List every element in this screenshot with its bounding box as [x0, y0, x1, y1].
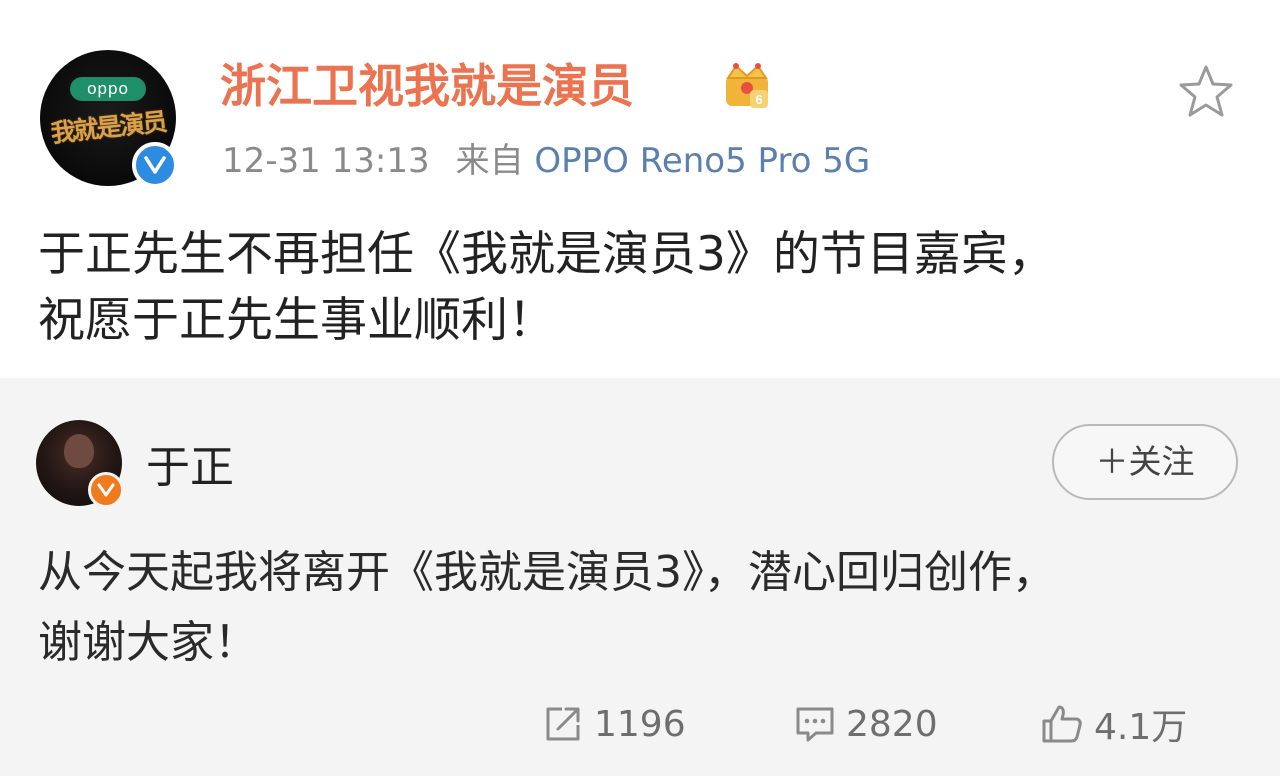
repost-body: 从今天起我将离开《我就是演员3》，潜心回归创作， 谢谢大家！ — [38, 538, 1238, 678]
comment-icon — [796, 707, 834, 742]
source-device[interactable]: OPPO Reno5 Pro 5G — [534, 141, 870, 181]
thumbs-up-icon — [1042, 705, 1082, 743]
source-prefix: 来自 — [455, 141, 524, 181]
badge-level: 6 — [755, 92, 762, 107]
author-name[interactable]: 浙江卫视我就是演员 — [220, 56, 634, 116]
repost-author-name[interactable]: 于正 — [146, 440, 234, 496]
post-time: 12-31 13:13 — [222, 141, 430, 181]
repost-icon — [546, 707, 580, 741]
reposted-weibo[interactable]: 于正 ＋关注 从今天起我将离开《我就是演员3》，潜心回归创作， 谢谢大家！ 11… — [0, 378, 1280, 776]
action-bar: 1196 2820 4.1万 — [0, 688, 1280, 758]
comment-button[interactable]: 2820 — [794, 700, 938, 748]
like-count: 4.1万 — [1094, 707, 1188, 748]
avatar-face — [64, 434, 94, 468]
repost-count: 1196 — [594, 703, 686, 745]
post-body-line-1: 于正先生不再担任《我就是演员3》的节目嘉宾， — [38, 227, 1055, 282]
repost-button[interactable]: 1196 — [542, 700, 686, 748]
star-outline-icon[interactable] — [1176, 62, 1236, 122]
comment-count: 2820 — [846, 703, 938, 745]
crown-level-badge-icon: 6 — [726, 63, 768, 108]
repost-body-line-1: 从今天起我将离开《我就是演员3》，潜心回归创作， — [38, 547, 1056, 598]
verified-orange-icon — [88, 472, 124, 508]
follow-button[interactable]: ＋关注 — [1052, 424, 1238, 500]
post-body: 于正先生不再担任《我就是演员3》的节目嘉宾， 祝愿于正先生事业顺利！ — [38, 222, 1238, 354]
like-button[interactable]: 4.1万 — [1040, 700, 1187, 748]
post-body-line-2: 祝愿于正先生事业顺利！ — [38, 293, 555, 348]
post-meta: 12-31 13:13 来自 OPPO Reno5 Pro 5G — [222, 138, 870, 184]
verified-blue-icon — [132, 142, 178, 188]
weibo-post: oppo 我就是演员 浙江卫视我就是演员 6 12-31 13:13 来自 OPP… — [0, 0, 1280, 378]
repost-body-line-2: 谢谢大家！ — [38, 617, 258, 668]
avatar-oppo-logo: oppo — [70, 77, 146, 101]
